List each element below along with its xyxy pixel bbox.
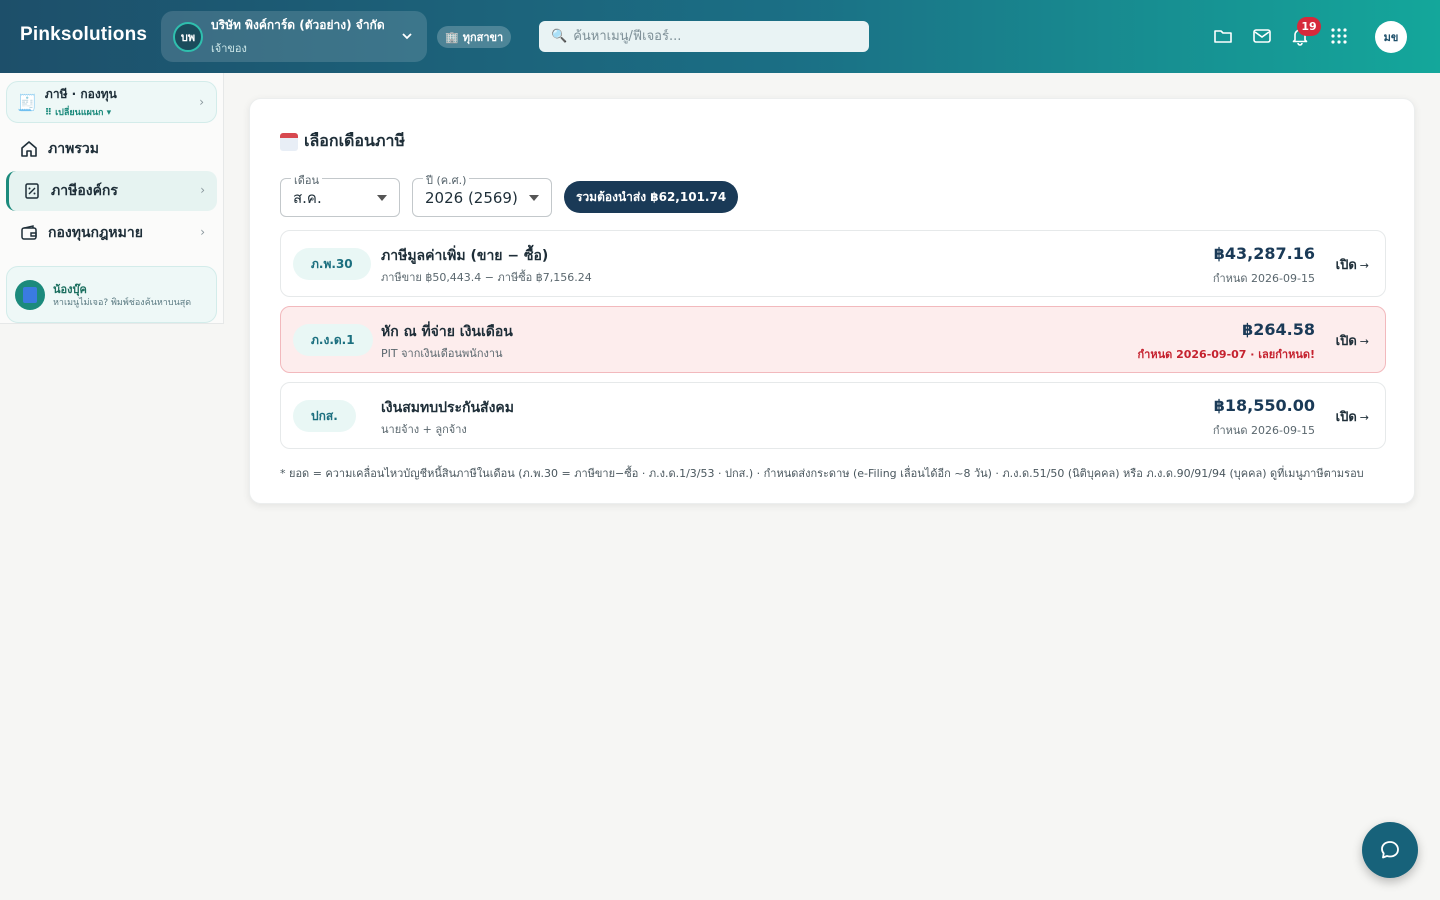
month-select[interactable]: เดือน ส.ค. bbox=[280, 171, 400, 217]
folder-icon[interactable] bbox=[1213, 26, 1233, 46]
open-button[interactable]: เปิด → bbox=[1336, 330, 1369, 351]
tax-row-subtitle: ภาษีขาย ฿50,443.4 − ภาษีซื้อ ฿7,156.24 bbox=[381, 271, 592, 284]
tax-row-subtitle: นายจ้าง + ลูกจ้าง bbox=[381, 423, 467, 436]
month-select-label: เดือน bbox=[291, 171, 323, 189]
tax-form-code: ภ.พ.30 bbox=[293, 248, 371, 280]
tax-row[interactable]: ปกส. เงินสมทบประกันสังคม นายจ้าง + ลูกจ้… bbox=[280, 382, 1386, 449]
assistant-help-card[interactable]: น้องบุ๊ค หาเมนูไม่เจอ? พิมพ์ช่องค้นหาบนส… bbox=[6, 266, 217, 323]
mail-icon[interactable] bbox=[1252, 26, 1272, 46]
tax-row-title: หัก ณ ที่จ่าย เงินเดือน bbox=[381, 324, 513, 340]
company-role: เจ้าของ bbox=[211, 42, 247, 55]
open-button-label: เปิด bbox=[1335, 410, 1357, 425]
search-icon: 🔍 bbox=[551, 29, 568, 44]
open-button[interactable]: เปิด → bbox=[1336, 406, 1369, 427]
branch-label: ทุกสาขา bbox=[462, 31, 504, 44]
chat-bubble-icon bbox=[1381, 841, 1399, 859]
branch-filter-button[interactable]: 🏢 ทุกสาขา bbox=[437, 26, 512, 48]
home-icon bbox=[21, 141, 37, 157]
tax-row-due-date: กำหนด 2026-09-07 · เลยกำหนด! bbox=[1137, 348, 1316, 361]
tax-month-card: เลือกเดือนภาษี เดือน ส.ค. ปี (ค.ศ.) 2026… bbox=[249, 98, 1415, 504]
chat-button[interactable] bbox=[1362, 822, 1418, 878]
sidebar-item-legal-funds[interactable]: กองทุนกฎหมาย › bbox=[6, 213, 217, 253]
search-input[interactable] bbox=[573, 29, 844, 44]
user-avatar[interactable]: มข bbox=[1375, 21, 1407, 53]
tax-row-title: ภาษีมูลค่าเพิ่ม (ขาย − ซื้อ) bbox=[381, 248, 549, 264]
footnote: * ยอด = ความเคลื่อนไหวบัญชีหนี้สินภาษีใน… bbox=[280, 467, 1364, 480]
month-select-value: ส.ค. bbox=[293, 188, 322, 207]
caret-down-icon bbox=[377, 195, 387, 201]
sidebar-item-overview[interactable]: ภาพรวม bbox=[6, 129, 217, 169]
caret-down-icon bbox=[529, 195, 539, 201]
year-select-label: ปี (ค.ศ.) bbox=[423, 171, 470, 189]
page-title-text: เลือกเดือนภาษี bbox=[304, 131, 406, 150]
sidebar-item-label: ภาพรวม bbox=[48, 141, 99, 157]
year-select[interactable]: ปี (ค.ศ.) 2026 (2569) bbox=[412, 171, 552, 217]
notification-badge: 19 bbox=[1297, 17, 1321, 36]
chevron-right-icon: › bbox=[199, 95, 204, 109]
tax-form-code: ภ.ง.ด.1 bbox=[293, 324, 373, 356]
tax-row-amount: ฿18,550.00 bbox=[1213, 396, 1315, 415]
year-select-value: 2026 (2569) bbox=[425, 188, 518, 207]
sidebar-item-label: ภาษีองค์กร bbox=[51, 183, 118, 199]
department-title: ภาษี · กองทุน bbox=[44, 87, 117, 101]
chevron-down-icon bbox=[402, 33, 412, 40]
chevron-right-icon: › bbox=[200, 225, 205, 239]
open-button-label: เปิด bbox=[1335, 334, 1357, 349]
tax-row-amount: ฿43,287.16 bbox=[1213, 244, 1315, 263]
department-switch-link[interactable]: ⠿ เปลี่ยนแผนก ▾ bbox=[45, 105, 117, 119]
assistant-hint: หาเมนูไม่เจอ? พิมพ์ช่องค้นหาบนสุด bbox=[53, 298, 192, 308]
calendar-icon bbox=[280, 132, 298, 151]
top-bar: Pinksolutions บพ บริษัท พิงค์การ์ด (ตัวอ… bbox=[0, 0, 1440, 73]
sidebar-item-corporate-tax[interactable]: ภาษีองค์กร › bbox=[6, 171, 217, 211]
book-icon bbox=[15, 279, 45, 310]
tax-row[interactable]: ภ.พ.30 ภาษีมูลค่าเพิ่ม (ขาย − ซื้อ) ภาษี… bbox=[280, 230, 1386, 297]
tax-row-due-date: กำหนด 2026-09-15 bbox=[1212, 424, 1315, 437]
department-switcher[interactable]: 🧾 ภาษี · กองทุน ⠿ เปลี่ยนแผนก ▾ › bbox=[6, 81, 217, 123]
sidebar: 🧾 ภาษี · กองทุน ⠿ เปลี่ยนแผนก ▾ › ภาพรวม… bbox=[0, 73, 224, 324]
ledger-icon: 🧾 bbox=[17, 92, 37, 112]
chevron-right-icon: › bbox=[200, 183, 205, 197]
company-switcher[interactable]: บพ บริษัท พิงค์การ์ด (ตัวอย่าง) จำกัด เจ… bbox=[161, 11, 427, 62]
page-title: เลือกเดือนภาษี bbox=[280, 129, 405, 154]
wallet-icon bbox=[21, 225, 37, 240]
total-due-badge: รวมต้องนำส่ง ฿62,101.74 bbox=[564, 181, 739, 213]
arrow-right-icon: → bbox=[1359, 335, 1369, 348]
tax-calculator-icon bbox=[25, 183, 39, 199]
tax-row-subtitle: PIT จากเงินเดือนพนักงาน bbox=[381, 347, 503, 360]
assistant-name: น้องบุ๊ค bbox=[53, 283, 87, 296]
tax-row-amount: ฿264.58 bbox=[1242, 320, 1315, 339]
tax-row-overdue[interactable]: ภ.ง.ด.1 หัก ณ ที่จ่าย เงินเดือน PIT จากเ… bbox=[280, 306, 1386, 373]
company-avatar: บพ bbox=[173, 21, 203, 52]
building-icon: 🏢 bbox=[445, 30, 459, 44]
tax-form-code: ปกส. bbox=[293, 400, 356, 432]
tax-row-due-date: กำหนด 2026-09-15 bbox=[1212, 272, 1315, 285]
apps-grid-icon[interactable] bbox=[1329, 26, 1349, 46]
sidebar-item-label: กองทุนกฎหมาย bbox=[48, 225, 143, 241]
arrow-right-icon: → bbox=[1359, 411, 1369, 424]
arrow-right-icon: → bbox=[1359, 259, 1369, 272]
company-name: บริษัท พิงค์การ์ด (ตัวอย่าง) จำกัด bbox=[211, 18, 385, 32]
tax-row-title: เงินสมทบประกันสังคม bbox=[381, 400, 515, 416]
open-button-label: เปิด bbox=[1335, 258, 1357, 273]
open-button[interactable]: เปิด → bbox=[1336, 254, 1369, 275]
search-box: 🔍 bbox=[539, 21, 869, 52]
brand-logo[interactable]: Pinksolutions bbox=[20, 24, 147, 46]
